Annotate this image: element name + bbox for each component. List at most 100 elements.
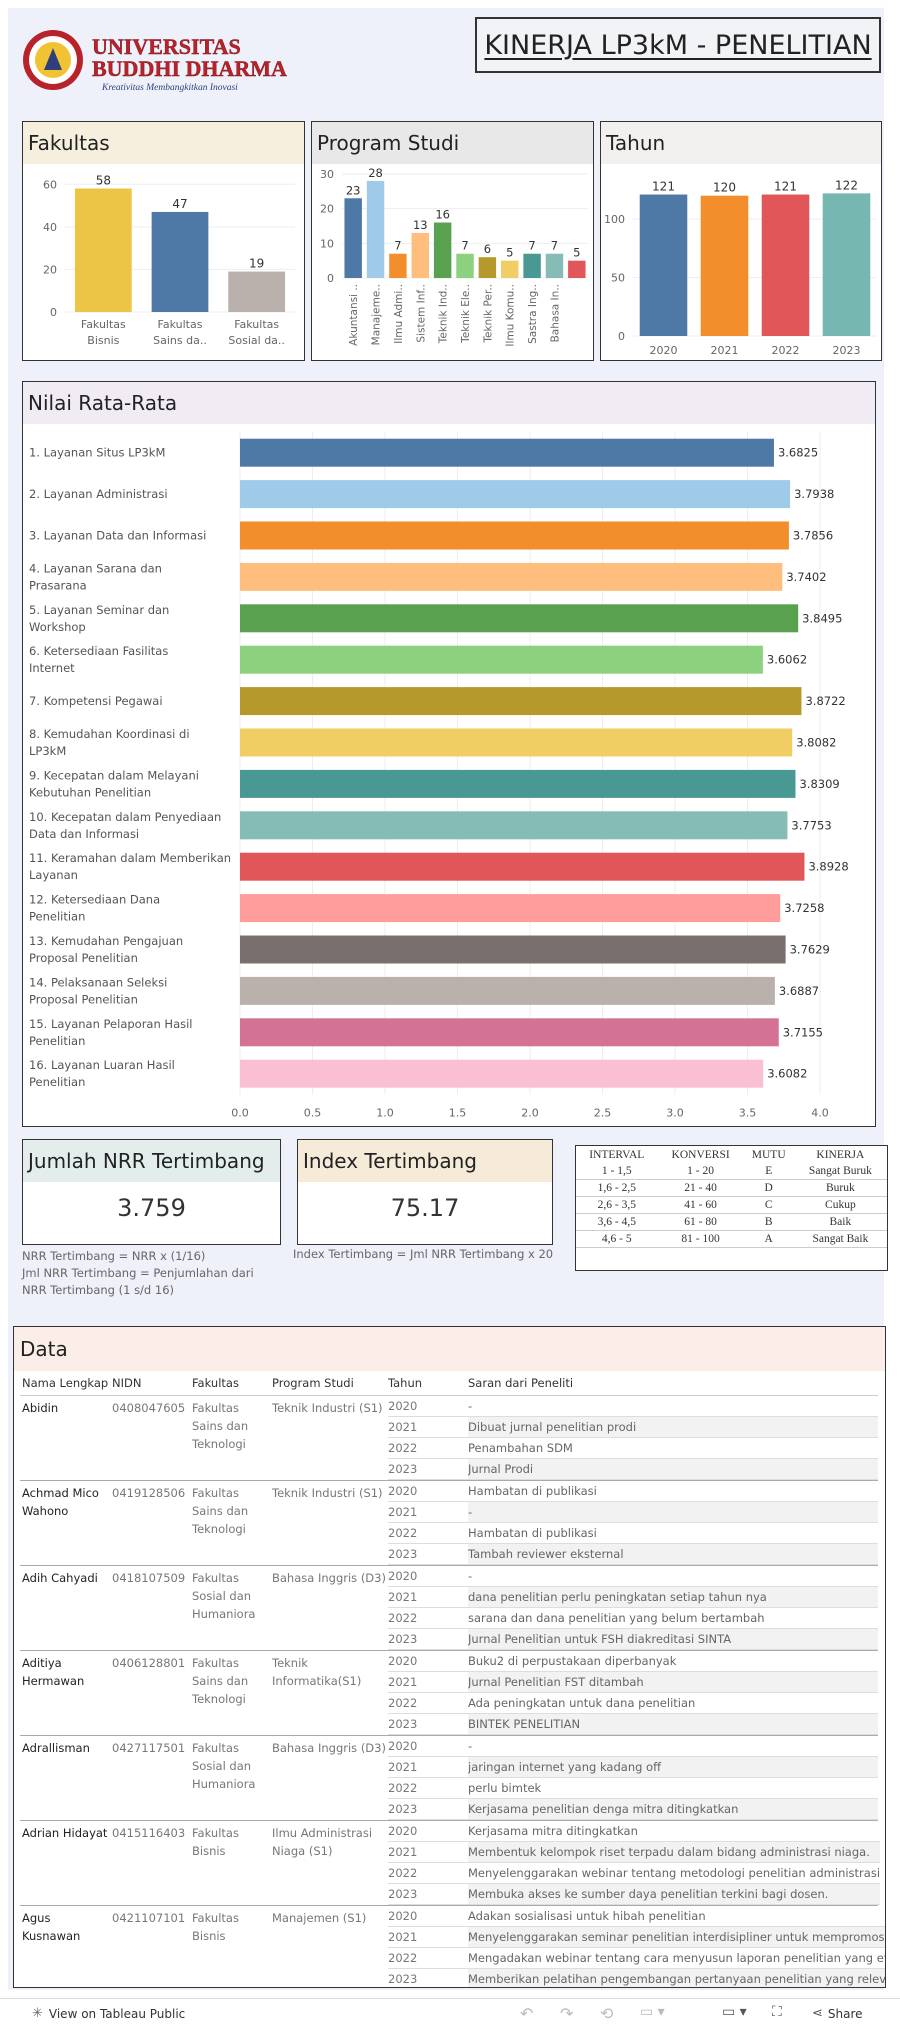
bar[interactable] — [240, 562, 783, 591]
cell-prodi: Ilmu Administrasi Niaga (S1) — [272, 1826, 373, 1858]
table-row[interactable]: Agus Kusnawan 0421107101 Fakultas Bisnis Ma… — [20, 1906, 885, 1987]
bar-value-label: 3.8309 — [799, 777, 839, 791]
bar-value-label: 122 — [835, 178, 858, 192]
category-label: 3. Layanan Data dan Informasi — [29, 529, 206, 543]
interval-cell: D — [743, 1179, 794, 1197]
cell-prodi: Manajemen (S1) — [272, 1911, 367, 1925]
table-row[interactable]: Aditiya Hermawan 0406128801 Fakultas Sains… — [20, 1651, 878, 1736]
interval-row: 4,6 - 5 81 - 100 A Sangat Baik — [576, 1230, 887, 1248]
bar[interactable] — [639, 194, 688, 336]
dashboard-canvas: UNIVERSITAS BUDDHI DHARMA Kreativitas Me… — [8, 8, 888, 1990]
table-row[interactable]: Achmad Mico Wahono 0419128506 Fakultas Sai… — [20, 1481, 878, 1566]
bar[interactable] — [240, 438, 774, 467]
cell-tahun: 2023 — [388, 1802, 418, 1816]
cell-saran: BINTEK PENELITIAN — [468, 1714, 878, 1734]
bar[interactable] — [240, 480, 791, 509]
bar[interactable] — [240, 604, 799, 633]
header-prodi[interactable]: Program Studi — [272, 1376, 388, 1390]
redo-icon[interactable]: ↷ — [560, 2004, 573, 2023]
bar[interactable] — [366, 180, 385, 278]
data-rows: Abidin 0408047605 Fakultas Sains dan Tekno… — [20, 1396, 885, 1987]
cell-saran: Ada peningkatan untuk dana penelitian — [468, 1696, 696, 1710]
tahun-chart: 0 50 100 121 2020 120 2021 121 2022 122 2023 — [604, 178, 877, 357]
bar[interactable] — [228, 271, 286, 312]
data-panel: Data Nama Lengkap NIDN Fakultas Program … — [13, 1326, 886, 1988]
category-label: 7. Kompetensi Pegawai — [29, 694, 163, 708]
cell-nidn: 0418107509 — [112, 1571, 186, 1585]
bar[interactable] — [240, 728, 793, 757]
bar-value-label: 3.8082 — [796, 736, 836, 750]
cell-nidn: 0427117501 — [112, 1741, 186, 1755]
bar[interactable] — [240, 811, 788, 840]
bar[interactable] — [240, 521, 789, 550]
cell-tahun: 2020 — [388, 1824, 418, 1838]
share-button[interactable]: ⋖ Share — [812, 2006, 863, 2021]
cell-saran: Jurnal Prodi — [468, 1459, 878, 1479]
bar[interactable] — [240, 769, 796, 798]
revert-icon[interactable]: ⟲ — [600, 2004, 613, 2023]
year-row: 2021 dana penelitian perlu peningkatan se… — [388, 1587, 878, 1608]
interval-cell: E — [743, 1163, 794, 1180]
bar[interactable] — [433, 222, 452, 278]
cell-saran: Penambahan SDM — [468, 1441, 573, 1455]
bar[interactable] — [501, 260, 519, 278]
year-row: 2020 Hambatan di publikasi — [388, 1481, 878, 1502]
pause-icon[interactable]: ▭ ▾ — [640, 2004, 665, 2020]
interval-row: 2,6 - 3,5 41 - 60 C Cukup — [576, 1196, 887, 1214]
cell-saran: - — [468, 1569, 473, 1583]
category-label: 1. Layanan Situs LP3kM — [29, 446, 165, 460]
undo-icon[interactable]: ↶ — [520, 2004, 533, 2023]
bar[interactable] — [240, 935, 786, 964]
bar[interactable] — [523, 253, 541, 278]
bar[interactable] — [456, 253, 474, 278]
cell-nama: Agus Kusnawan — [22, 1911, 81, 1943]
fullscreen-icon[interactable]: ⛶ — [772, 2004, 782, 2020]
bar[interactable] — [74, 188, 132, 312]
bar[interactable] — [700, 195, 749, 336]
table-row[interactable]: Adrallisman 0427117501 Fakultas Sosial dan… — [20, 1736, 878, 1821]
bar[interactable] — [344, 198, 362, 278]
category-label: 15. Layanan Pelaporan Hasil — [29, 1017, 193, 1031]
table-row[interactable]: Adrian Hidayat 0415116403 Fakultas Bisnis I… — [20, 1821, 881, 1906]
header-fakultas[interactable]: Fakultas — [192, 1376, 272, 1390]
x-tick-label: Fakultas — [158, 318, 203, 331]
bar[interactable] — [761, 194, 810, 336]
interval-table: INTERVAL KONVERSI MUTU KINERJA 1 - 1,5 1 - 2… — [575, 1145, 888, 1271]
index-kpi-card: Index Tertimbang 75.17 — [297, 1139, 553, 1245]
bar-value-label: 3.7402 — [786, 570, 826, 584]
table-row[interactable]: Adih Cahyadi 0418107509 Fakultas Sosial da… — [20, 1566, 878, 1651]
bar[interactable] — [240, 645, 763, 674]
bar[interactable] — [545, 253, 564, 278]
bar[interactable] — [240, 687, 802, 716]
bar[interactable] — [411, 232, 429, 278]
header-tahun[interactable]: Tahun — [388, 1376, 468, 1390]
nrr-note-1: NRR Tertimbang = NRR x (1/16) — [22, 1249, 206, 1263]
bar[interactable] — [240, 1059, 764, 1088]
bar[interactable] — [240, 852, 805, 881]
cell-prodi: Bahasa Inggris (D3) — [272, 1571, 386, 1585]
bar[interactable] — [151, 211, 209, 312]
x-tick-label: 3.5 — [739, 1106, 757, 1119]
header-nidn[interactable]: NIDN — [112, 1376, 192, 1390]
tableau-link[interactable]: ✳ View on Tableau Public — [32, 2006, 185, 2021]
prodi-title: Program Studi — [312, 122, 593, 164]
bar[interactable] — [240, 1018, 779, 1047]
bar[interactable] — [240, 894, 781, 923]
interval-cell: 2,6 - 3,5 — [576, 1196, 658, 1214]
dashboard-title: KINERJA LP3kM - PENELITIAN — [484, 29, 872, 61]
year-row: 2022 perlu bimtek — [388, 1778, 878, 1799]
bar[interactable] — [568, 260, 586, 278]
bar[interactable] — [478, 257, 497, 278]
bar[interactable] — [240, 976, 775, 1005]
header-nama[interactable]: Nama Lengkap — [20, 1376, 112, 1390]
prodi-panel: Program Studi 0 10 20 30 23 Akuntansi .. 28 Man… — [311, 121, 594, 361]
device-preview-icon[interactable]: ▭ ▾ — [722, 2004, 747, 2020]
header-saran[interactable]: Saran dari Peneliti — [468, 1376, 878, 1390]
bar[interactable] — [389, 253, 407, 278]
table-row[interactable]: Abidin 0408047605 Fakultas Sains dan Tekno… — [20, 1396, 878, 1481]
bar[interactable] — [822, 193, 871, 336]
y-tick-label: 0 — [327, 272, 334, 285]
interval-header-cell: MUTU — [751, 1149, 786, 1161]
cell-saran: - — [468, 1399, 473, 1413]
cell-tahun: 2022 — [388, 1611, 418, 1625]
